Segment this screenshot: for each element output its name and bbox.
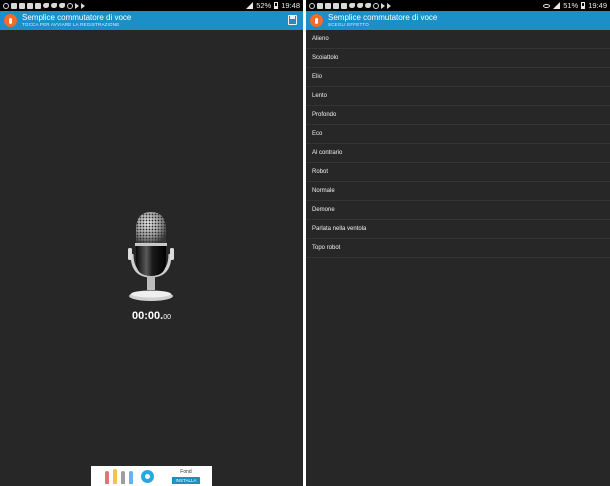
effect-item[interactable]: Robot — [306, 163, 610, 182]
microphone-icon — [128, 212, 174, 301]
app-subtitle: SCEGLI EFFETTO — [328, 21, 369, 27]
signal-icon — [553, 2, 561, 9]
app-logo-icon — [4, 14, 17, 27]
notification-icons — [3, 2, 246, 9]
effects-list: Alieno Scoiattolo Elio Lento Profondo Ec… — [306, 30, 610, 258]
app-title: Semplice commutatore di voce — [328, 12, 438, 22]
status-bar: 51% 19:49 — [306, 0, 610, 11]
effect-item[interactable]: Normale — [306, 182, 610, 201]
effect-item[interactable]: Eco — [306, 125, 610, 144]
twitter-icon — [349, 3, 355, 8]
battery-percent: 52% — [256, 1, 272, 10]
effect-item[interactable]: Lento — [306, 87, 610, 106]
ad-logo-icon — [141, 469, 154, 483]
effect-item[interactable]: Scoiattolo — [306, 49, 610, 68]
app-logo-icon — [310, 14, 323, 27]
recorder-screen: 52% 19:48 Semplice commutatore di voce T… — [0, 0, 303, 486]
app-title: Semplice commutatore di voce — [22, 12, 132, 22]
recording-timer: 00:00.00 — [0, 310, 303, 322]
notification-icon — [3, 2, 9, 9]
facebook-icon — [325, 2, 331, 9]
app-subtitle: TOCCA PER AVVIARE LA REGISTRAZIONE — [22, 21, 120, 27]
battery-percent: 51% — [563, 1, 579, 10]
clock: 19:49 — [588, 1, 607, 10]
status-bar: 52% 19:48 — [0, 0, 303, 11]
facebook-icon — [333, 2, 339, 9]
facebook-icon — [27, 2, 33, 9]
signal-icon — [246, 2, 254, 9]
ad-image — [91, 466, 135, 486]
record-microphone-button[interactable] — [118, 210, 184, 306]
clock: 19:48 — [281, 1, 300, 10]
facebook-icon — [317, 2, 323, 9]
twitter-icon — [51, 3, 57, 8]
effect-item[interactable]: Alieno — [306, 30, 610, 49]
ad-banner[interactable]: Fond INSTALLA — [91, 466, 212, 486]
play-store-icon — [75, 2, 79, 9]
effect-item[interactable]: Elio — [306, 68, 610, 87]
twitter-icon — [43, 3, 49, 8]
twitter-icon — [59, 3, 65, 8]
battery-icon — [581, 2, 586, 9]
timer-milliseconds: 00 — [163, 314, 171, 321]
save-icon[interactable] — [288, 15, 297, 25]
effect-item[interactable]: Parlata nella ventola — [306, 220, 610, 239]
ad-brand: Fond — [180, 468, 192, 475]
gallery-icon — [341, 2, 347, 9]
facebook-icon — [19, 2, 25, 9]
gallery-icon — [35, 2, 41, 9]
app-bar: Semplice commutatore di voce SCEGLI EFFE… — [306, 11, 610, 30]
ad-install-button[interactable]: INSTALLA — [171, 476, 201, 484]
battery-icon — [274, 2, 279, 9]
notification-icon — [309, 2, 315, 9]
effect-item[interactable]: Demone — [306, 201, 610, 220]
instagram-icon — [373, 2, 379, 9]
eye-icon — [543, 3, 551, 8]
instagram-icon — [67, 2, 73, 9]
twitter-icon — [357, 3, 363, 8]
play-store-icon — [387, 2, 391, 9]
facebook-icon — [11, 2, 17, 9]
effect-item[interactable]: Profondo — [306, 106, 610, 125]
play-store-icon — [381, 2, 385, 9]
app-bar: Semplice commutatore di voce TOCCA PER A… — [0, 11, 303, 30]
effect-item[interactable]: Al contrario — [306, 144, 610, 163]
play-store-icon — [81, 2, 85, 9]
notification-icons — [309, 2, 543, 9]
timer-main: 00:00. — [132, 310, 164, 322]
effect-item[interactable]: Topo robot — [306, 239, 610, 258]
twitter-icon — [365, 3, 371, 8]
effects-screen: 51% 19:49 Semplice commutatore di voce S… — [306, 0, 610, 486]
